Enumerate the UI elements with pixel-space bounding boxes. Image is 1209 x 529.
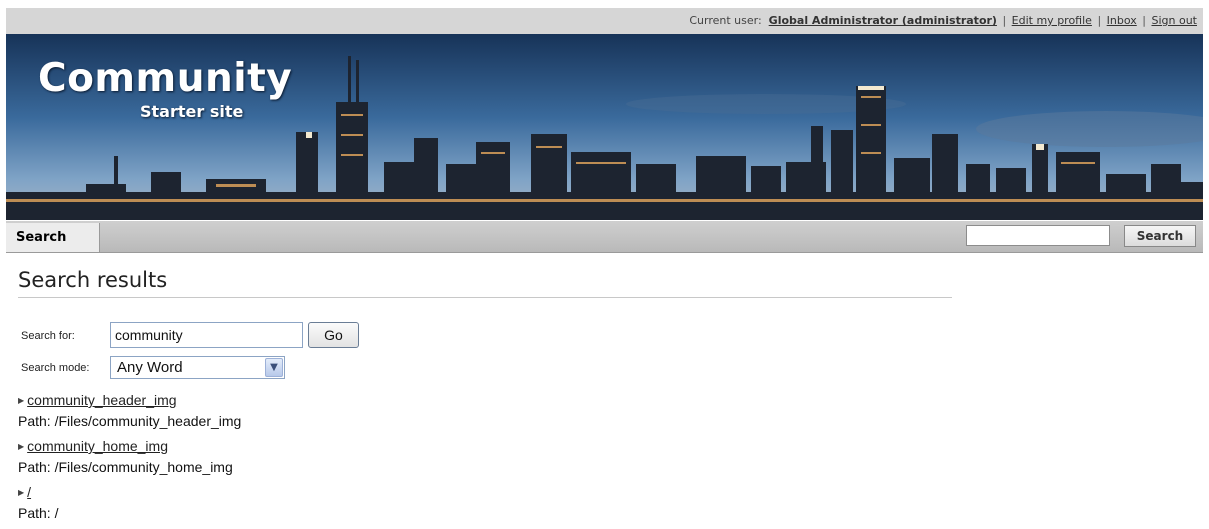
search-result: ▶ community_header_img Path: /Files/commu… xyxy=(18,392,241,429)
edit-profile-link[interactable]: Edit my profile xyxy=(1012,14,1092,27)
sign-out-link[interactable]: Sign out xyxy=(1151,14,1197,27)
search-mode-select[interactable]: Any Word ▼ xyxy=(110,356,285,379)
bullet-arrow-icon: ▶ xyxy=(18,488,25,497)
result-path: Path: / xyxy=(18,505,59,521)
search-result: ▶ community_home_img Path: /Files/communi… xyxy=(18,438,233,475)
page-title: Search results xyxy=(18,268,168,292)
logo-title[interactable]: Community xyxy=(38,56,292,101)
logo-subtitle: Starter site xyxy=(140,102,244,121)
go-button[interactable]: Go xyxy=(308,322,359,348)
search-input[interactable] xyxy=(110,322,303,348)
search-mode-value: Any Word xyxy=(117,359,183,376)
user-bar: Current user: Global Administrator (admi… xyxy=(6,8,1203,34)
result-link[interactable]: / xyxy=(27,484,31,500)
nav-bar: Search Search xyxy=(6,221,1203,253)
result-path: Path: /Files/community_header_img xyxy=(18,413,242,429)
current-user-link[interactable]: Global Administrator (administrator) xyxy=(769,14,997,27)
result-link[interactable]: community_header_img xyxy=(27,392,176,408)
result-link[interactable]: community_home_img xyxy=(27,438,168,454)
header-search-input[interactable] xyxy=(966,225,1110,246)
header-banner: Community Starter site xyxy=(6,34,1203,220)
search-result: ▶ / Path: / xyxy=(18,484,58,521)
search-mode-label: Search mode: xyxy=(21,362,90,374)
inbox-link[interactable]: Inbox xyxy=(1107,14,1137,27)
tab-search[interactable]: Search xyxy=(6,223,100,252)
title-divider xyxy=(18,297,952,298)
header-search-button[interactable]: Search xyxy=(1124,225,1196,247)
chevron-down-icon[interactable]: ▼ xyxy=(265,358,283,377)
current-user-label: Current user: xyxy=(689,14,762,27)
search-for-label: Search for: xyxy=(21,330,75,342)
bullet-arrow-icon: ▶ xyxy=(18,396,25,405)
result-path: Path: /Files/community_home_img xyxy=(18,459,233,475)
bullet-arrow-icon: ▶ xyxy=(18,442,25,451)
